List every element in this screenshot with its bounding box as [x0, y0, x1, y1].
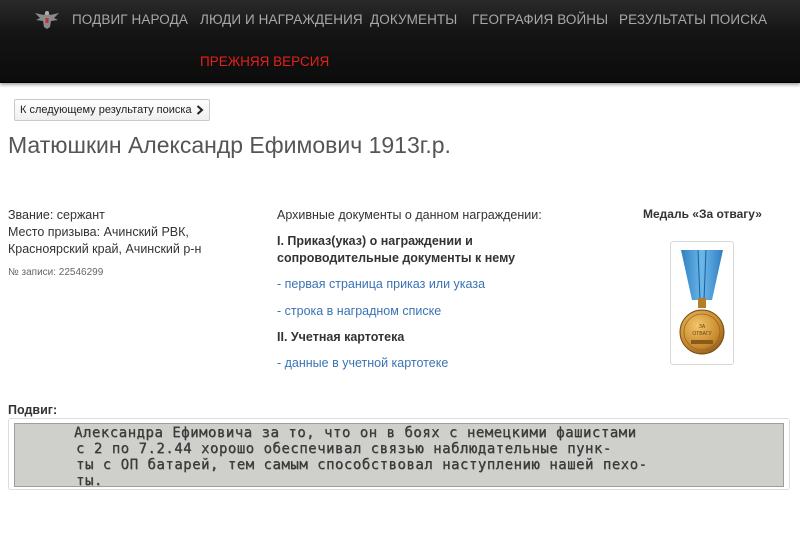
nav-dokumenty[interactable]: ДОКУМЕНТЫ: [370, 12, 457, 27]
medal-image-frame[interactable]: ЗА ОТВАГУ: [670, 241, 734, 365]
top-navigation-bar: ПОДВИГ НАРОДА ЛЮДИ И НАГРАЖДЕНИЯ ДОКУМЕН…: [0, 0, 800, 83]
nav-lyudi-i-nagrazhdeniya[interactable]: ЛЮДИ И НАГРАЖДЕНИЯ: [200, 12, 363, 27]
nav-old-version-link[interactable]: ПРЕЖНЯЯ ВЕРСИЯ: [200, 54, 329, 69]
link-award-list-row[interactable]: - строка в наградном списке: [277, 303, 597, 320]
nav-geografiya-voyny[interactable]: ГЕОГРАФИЯ ВОЙНЫ: [472, 12, 608, 27]
feat-label: Подвиг:: [8, 403, 58, 417]
section2-heading: II. Учетная картотека: [277, 330, 405, 344]
chevron-right-icon: [196, 105, 204, 115]
feat-text-line1: Александра Ефимовича за то, что он в боя…: [74, 425, 637, 441]
draft-place-line1: Место призыва: Ачинский РВК,: [8, 225, 189, 239]
record-number: № записи: 22546299: [8, 267, 104, 278]
next-search-result-label: К следующему результату поиска: [20, 104, 192, 116]
eagle-emblem-icon[interactable]: [32, 8, 62, 30]
feat-text-line2: с 2 по 7.2.44 хорошо обеспечивал связью …: [76, 441, 612, 457]
medal-title: Медаль «За отвагу»: [643, 207, 762, 221]
documents-heading: Архивные документы о данном награждении:: [277, 208, 542, 222]
person-name-title: Матюшкин Александр Ефимович 1913г.р.: [8, 132, 451, 158]
svg-text:ЗА: ЗА: [699, 324, 706, 330]
next-search-result-button[interactable]: К следующему результату поиска: [14, 99, 210, 121]
section1-heading-line2: сопроводительные документы к нему: [277, 251, 516, 265]
feat-document-frame: Александра Ефимовича за то, что он в боя…: [8, 418, 790, 490]
draft-place-line2: Красноярский край, Ачинский р-н: [8, 242, 202, 256]
feat-text-line4: ты.: [76, 473, 103, 487]
nav-rezultaty-poiska[interactable]: РЕЗУЛЬТАТЫ ПОИСКА: [619, 12, 767, 27]
svg-text:ОТВАГУ: ОТВАГУ: [692, 331, 712, 337]
link-first-page-order[interactable]: - первая страница приказ или указа: [277, 276, 597, 293]
feat-text-line3: ты с ОП батарей, тем самым способствовал…: [76, 457, 648, 473]
archive-documents: Архивные документы о данном награждении:…: [277, 207, 597, 372]
rank-text: Звание: сержант: [8, 208, 105, 222]
nav-podvig-naroda[interactable]: ПОДВИГ НАРОДА: [72, 12, 188, 27]
feat-scan-image: Александра Ефимовича за то, что он в боя…: [14, 423, 784, 487]
medal-za-otvagu-icon: ЗА ОТВАГУ: [679, 249, 725, 355]
link-card-index-data[interactable]: - данные в учетной картотеке: [277, 355, 597, 372]
section1-heading-line1: I. Приказ(указ) о награждении и: [277, 234, 473, 248]
person-info: Звание: сержант Место призыва: Ачинский …: [8, 207, 258, 258]
